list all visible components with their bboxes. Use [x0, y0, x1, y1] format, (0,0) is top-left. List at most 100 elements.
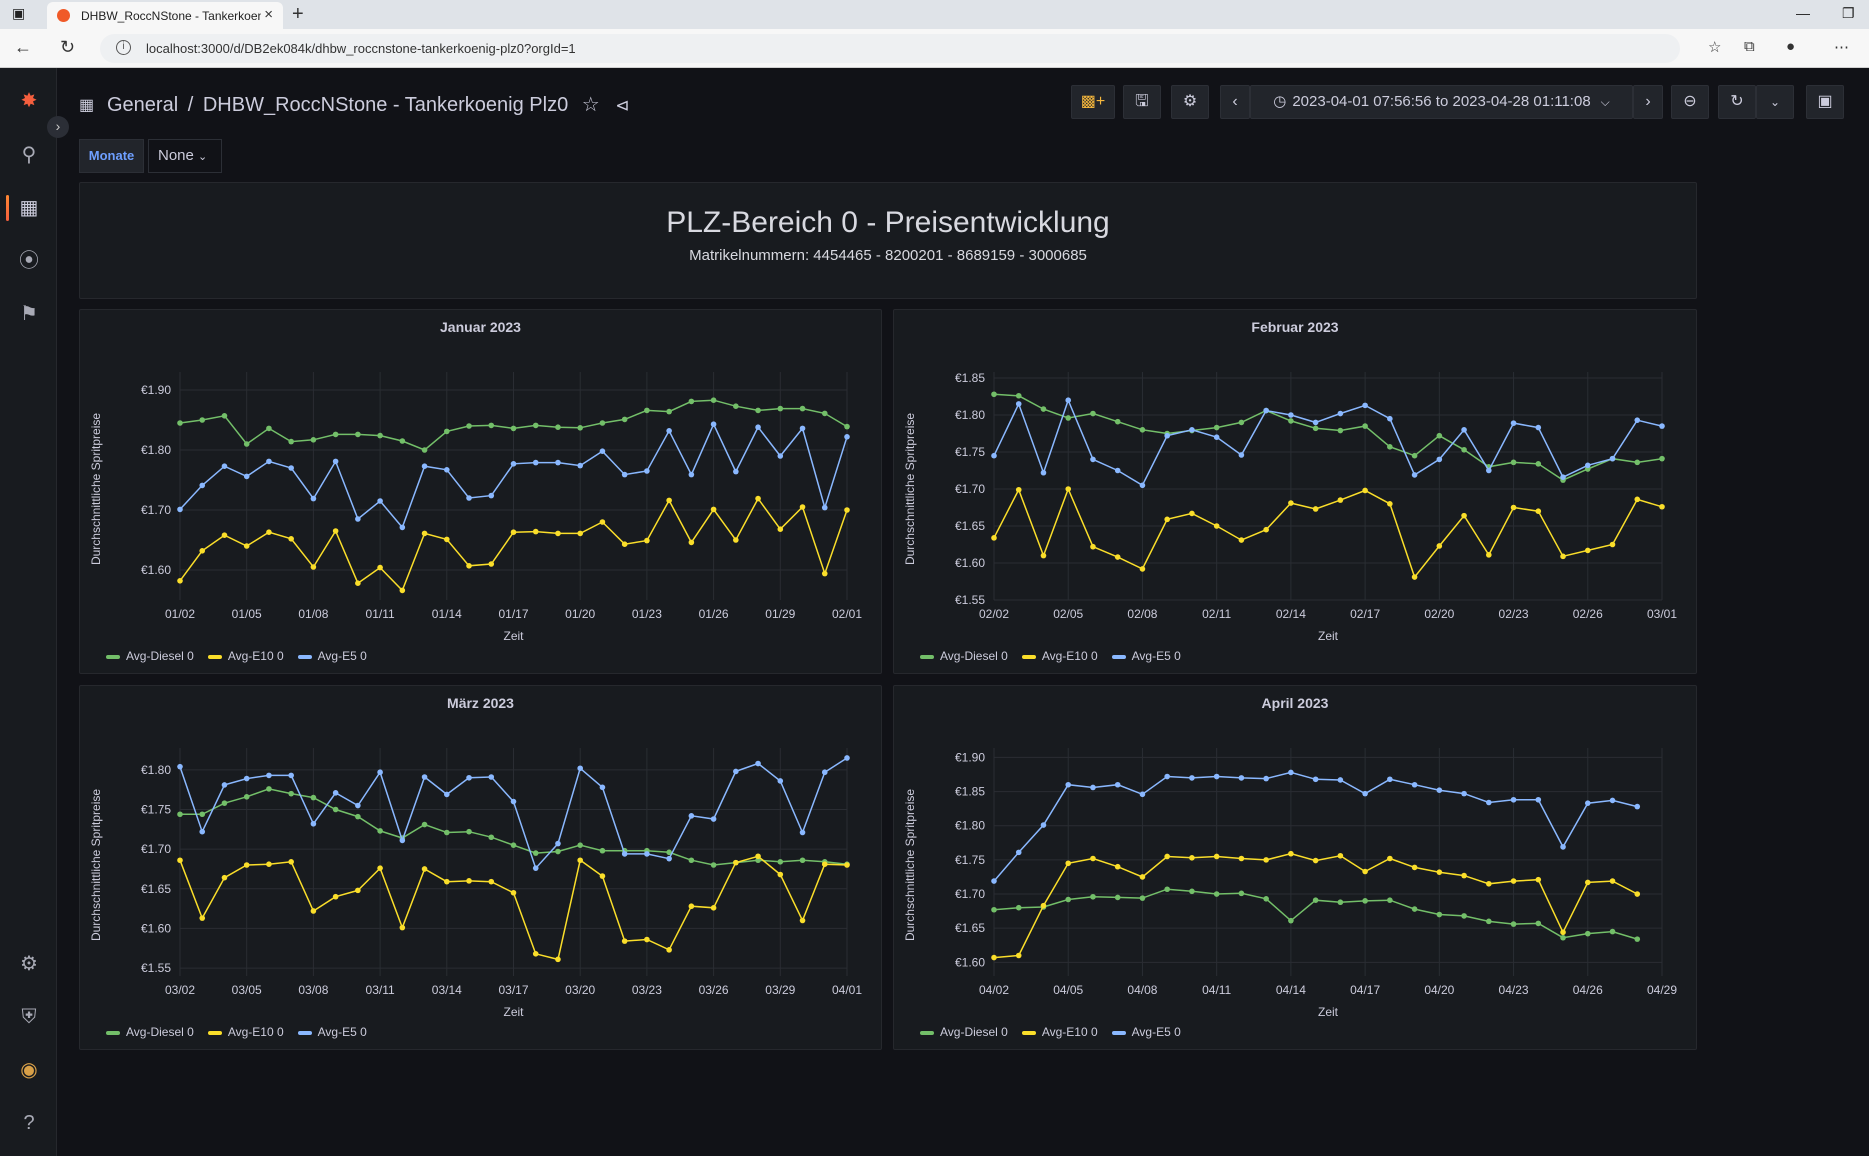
- data-point[interactable]: [1634, 459, 1641, 466]
- legend-item[interactable]: Avg-E10 0: [207, 1025, 284, 1039]
- data-point[interactable]: [1337, 899, 1344, 906]
- data-point[interactable]: [199, 548, 206, 554]
- data-point[interactable]: [1436, 543, 1443, 549]
- tv-mode-monitor-icon[interactable]: ▣: [1806, 85, 1844, 119]
- data-point[interactable]: [577, 842, 583, 848]
- data-point[interactable]: [666, 947, 672, 953]
- data-point[interactable]: [777, 859, 784, 865]
- search-icon[interactable]: ⚲: [16, 142, 42, 168]
- data-point[interactable]: [688, 539, 695, 546]
- data-point[interactable]: [510, 842, 517, 848]
- data-point[interactable]: [1436, 432, 1443, 439]
- data-point[interactable]: [1312, 425, 1319, 432]
- data-point[interactable]: [991, 906, 997, 913]
- data-point[interactable]: [844, 862, 850, 868]
- data-point[interactable]: [1387, 855, 1393, 862]
- data-point[interactable]: [288, 772, 294, 779]
- data-point[interactable]: [221, 782, 228, 788]
- legend-item[interactable]: Avg-E5 0: [1111, 1025, 1181, 1039]
- data-point[interactable]: [288, 859, 294, 865]
- data-point[interactable]: [755, 760, 761, 767]
- legend-item[interactable]: Avg-Diesel 0: [920, 1025, 1008, 1039]
- data-point[interactable]: [1436, 787, 1443, 794]
- data-point[interactable]: [532, 459, 539, 466]
- data-point[interactable]: [288, 465, 294, 471]
- favorite-star-icon[interactable]: ☆: [582, 94, 600, 116]
- data-point[interactable]: [532, 528, 539, 535]
- data-point[interactable]: [688, 857, 695, 864]
- data-point[interactable]: [1584, 462, 1591, 469]
- data-point[interactable]: [1213, 434, 1220, 440]
- data-point[interactable]: [777, 526, 784, 532]
- data-point[interactable]: [991, 452, 997, 459]
- data-point[interactable]: [1312, 419, 1319, 426]
- data-point[interactable]: [466, 563, 472, 569]
- data-point[interactable]: [1411, 452, 1418, 459]
- data-point[interactable]: [488, 774, 495, 780]
- data-point[interactable]: [177, 857, 183, 864]
- close-tab-icon[interactable]: ×: [264, 6, 273, 23]
- data-point[interactable]: [1288, 769, 1294, 776]
- data-point[interactable]: [1609, 455, 1616, 462]
- data-point[interactable]: [821, 861, 828, 868]
- data-point[interactable]: [666, 408, 672, 415]
- breadcrumb-folder[interactable]: General: [107, 94, 178, 116]
- data-point[interactable]: [266, 786, 272, 792]
- data-point[interactable]: [377, 865, 383, 871]
- data-point[interactable]: [1609, 928, 1616, 935]
- data-point[interactable]: [733, 537, 739, 543]
- data-point[interactable]: [1362, 402, 1368, 409]
- data-point[interactable]: [310, 495, 317, 502]
- data-point[interactable]: [532, 422, 539, 429]
- data-point[interactable]: [1164, 853, 1170, 860]
- data-point[interactable]: [1015, 849, 1022, 856]
- data-point[interactable]: [310, 437, 317, 443]
- data-point[interactable]: [1015, 486, 1022, 493]
- data-point[interactable]: [1486, 552, 1492, 558]
- data-point[interactable]: [510, 529, 517, 535]
- data-point[interactable]: [1288, 917, 1294, 924]
- data-point[interactable]: [1486, 467, 1492, 474]
- data-point[interactable]: [555, 530, 561, 537]
- site-info-icon[interactable]: i: [116, 40, 131, 55]
- server-admin-shield-icon[interactable]: ⛨: [16, 1004, 42, 1030]
- data-point[interactable]: [1139, 566, 1146, 572]
- variable-select[interactable]: None ⌄: [148, 139, 222, 173]
- data-point[interactable]: [1263, 775, 1269, 782]
- data-point[interactable]: [444, 536, 450, 543]
- data-point[interactable]: [199, 482, 206, 489]
- data-point[interactable]: [488, 561, 495, 567]
- data-point[interactable]: [1634, 417, 1641, 423]
- data-point[interactable]: [1387, 501, 1393, 507]
- data-point[interactable]: [1139, 895, 1146, 901]
- data-point[interactable]: [1139, 791, 1146, 798]
- data-point[interactable]: [991, 391, 997, 398]
- data-point[interactable]: [688, 471, 695, 478]
- profile-avatar-icon[interactable]: ●: [1786, 38, 1795, 55]
- data-point[interactable]: [577, 857, 583, 864]
- add-panel-button[interactable]: ▩+: [1071, 85, 1115, 119]
- data-point[interactable]: [599, 873, 606, 879]
- data-point[interactable]: [221, 413, 228, 419]
- data-point[interactable]: [1213, 424, 1220, 431]
- data-point[interactable]: [1387, 776, 1393, 783]
- data-point[interactable]: [1213, 773, 1220, 780]
- data-point[interactable]: [1312, 857, 1319, 864]
- data-point[interactable]: [421, 463, 428, 469]
- data-point[interactable]: [444, 878, 450, 885]
- data-point[interactable]: [1411, 864, 1418, 871]
- data-point[interactable]: [1040, 822, 1047, 828]
- zoom-out-icon[interactable]: ⊖: [1671, 85, 1709, 119]
- data-point[interactable]: [755, 407, 761, 414]
- data-point[interactable]: [1411, 472, 1418, 478]
- data-point[interactable]: [1312, 897, 1319, 903]
- data-point[interactable]: [310, 564, 317, 570]
- data-point[interactable]: [1584, 800, 1591, 806]
- data-point[interactable]: [621, 851, 628, 857]
- data-point[interactable]: [991, 954, 997, 961]
- refresh-icon[interactable]: ↻: [1718, 85, 1756, 119]
- data-point[interactable]: [1337, 777, 1344, 783]
- data-point[interactable]: [777, 871, 784, 878]
- data-point[interactable]: [1090, 893, 1096, 900]
- data-point[interactable]: [777, 453, 784, 459]
